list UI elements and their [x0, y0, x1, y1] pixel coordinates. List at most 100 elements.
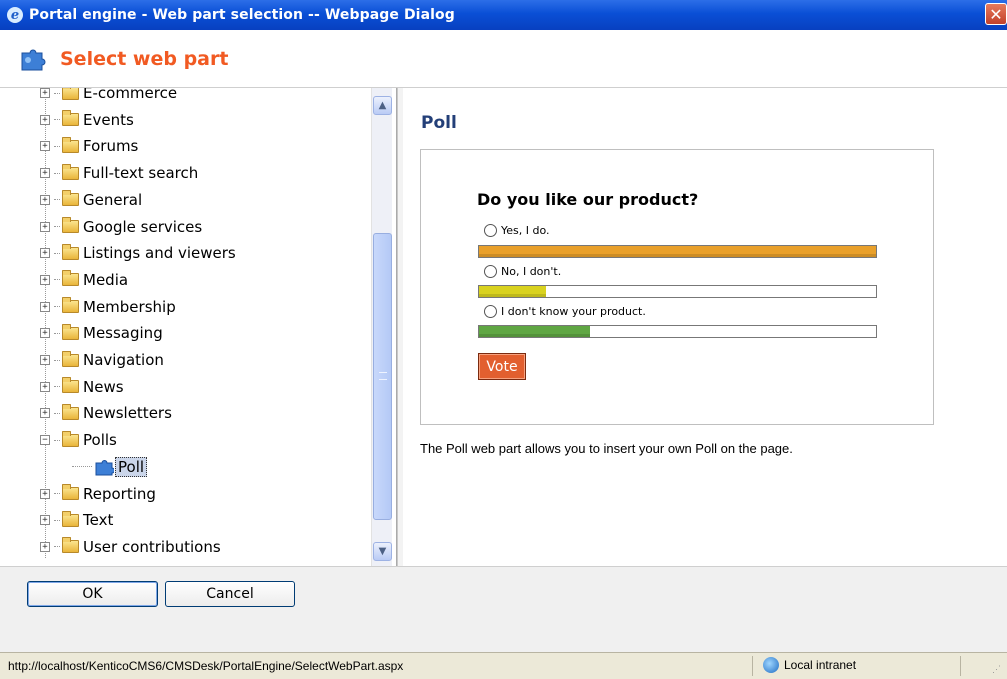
folder-icon [62, 377, 79, 394]
close-button[interactable]: ✕ [985, 3, 1007, 25]
poll-result-bar [478, 285, 877, 298]
cancel-button[interactable]: Cancel [165, 581, 295, 607]
tree-category[interactable]: + User contributions [40, 536, 221, 558]
tree-category-label: Events [83, 110, 134, 129]
poll-result-fill [479, 326, 591, 337]
tree-branch-line [54, 546, 60, 548]
folder-icon [62, 110, 79, 127]
vote-button[interactable]: Vote [478, 353, 526, 380]
folder-icon [62, 88, 79, 100]
expand-toggle-icon[interactable]: + [40, 515, 50, 526]
poll-option[interactable]: No, I don't. [484, 265, 561, 278]
expand-toggle-icon[interactable]: + [40, 488, 50, 499]
web-part-description: The Poll web part allows you to insert y… [420, 441, 793, 456]
resize-grip-icon[interactable]: ⋰ [992, 664, 1004, 676]
expand-toggle-icon[interactable]: + [40, 355, 50, 365]
folder-icon [62, 243, 79, 260]
tree-item-poll[interactable]: Poll [72, 456, 148, 478]
tree-category[interactable]: + Events [40, 109, 134, 131]
poll-option[interactable]: I don't know your product. [484, 305, 646, 318]
tree-category-label: Messaging [83, 324, 163, 343]
poll-option-label: Yes, I do. [501, 224, 550, 237]
tree-category-label: Reporting [83, 484, 156, 503]
internet-explorer-icon: e [7, 7, 23, 23]
poll-option[interactable]: Yes, I do. [484, 224, 550, 237]
folder-icon [62, 270, 79, 287]
preview-title: Poll [421, 113, 457, 133]
dialog-button-bar [0, 566, 1007, 652]
tree-branch-line [54, 145, 60, 147]
tree-branch-line [54, 439, 60, 441]
tree-category-label: Newsletters [83, 404, 172, 423]
radio-button[interactable] [484, 265, 497, 278]
tree-category[interactable]: + Messaging [40, 322, 163, 344]
scroll-grip-icon [379, 372, 387, 380]
tree-category[interactable]: − Polls [40, 429, 117, 451]
tree-branch-line [54, 199, 60, 201]
tree-category[interactable]: + E-commerce [40, 88, 177, 104]
panel-splitter[interactable] [397, 88, 403, 566]
folder-icon [62, 430, 79, 447]
tree-category[interactable]: + Google services [40, 216, 202, 238]
tree-category[interactable]: + Navigation [40, 349, 164, 371]
poll-result-bar [478, 325, 877, 338]
tree-category-label: Navigation [83, 351, 164, 369]
security-zone: Local intranet [763, 657, 856, 673]
expand-toggle-icon[interactable]: + [40, 381, 50, 392]
tree-category[interactable]: + Membership [40, 296, 176, 318]
expand-toggle-icon[interactable]: + [40, 141, 50, 152]
tree-category[interactable]: + Forums [40, 135, 138, 157]
expand-toggle-icon[interactable]: + [40, 114, 50, 125]
radio-button[interactable] [484, 305, 497, 318]
tree-scrollbar[interactable]: ▲ ▼ [371, 88, 392, 566]
scroll-thumb[interactable] [373, 233, 392, 520]
expand-toggle-icon[interactable]: + [40, 328, 50, 339]
expand-toggle-icon[interactable]: + [40, 248, 50, 259]
tree-category[interactable]: + Text [40, 509, 113, 531]
expand-toggle-icon[interactable]: + [40, 194, 50, 205]
expand-toggle-icon[interactable]: + [40, 408, 50, 419]
radio-button[interactable] [484, 224, 497, 237]
tree-category[interactable]: + Full-text search [40, 162, 198, 184]
tree-category[interactable]: + Reporting [40, 483, 156, 505]
tree-category-label: Google services [83, 217, 203, 236]
intranet-globe-icon [763, 657, 779, 673]
poll-result-fill [479, 246, 876, 257]
tree-category[interactable]: + General [40, 189, 142, 211]
puzzle-piece-icon [21, 49, 46, 70]
tree-branch-line [54, 306, 60, 308]
folder-icon [62, 297, 79, 314]
tree-category-label: Media [83, 270, 129, 289]
expand-toggle-icon[interactable]: + [40, 168, 50, 179]
tree-category[interactable]: + Media [40, 269, 128, 291]
folder-icon [62, 350, 79, 367]
tree-category-label: Forums [83, 137, 139, 156]
window-title-bar: e Portal engine - Web part selection -- … [0, 0, 1007, 30]
expand-toggle-icon[interactable]: + [40, 301, 50, 312]
folder-icon [62, 323, 79, 340]
scroll-down-button[interactable]: ▼ [373, 542, 392, 561]
web-part-icon [95, 459, 114, 476]
tree-branch-line [54, 332, 60, 334]
tree-category-label: Text [83, 511, 114, 530]
tree-category[interactable]: + Listings and viewers [40, 242, 236, 264]
tree-branch-line [54, 172, 60, 174]
tree-branch-line [54, 519, 60, 521]
window-title: Portal engine - Web part selection -- We… [29, 7, 455, 23]
tree-category[interactable]: + Newsletters [40, 402, 172, 424]
ok-button[interactable]: OK [27, 581, 158, 607]
expand-toggle-icon[interactable]: + [40, 88, 50, 98]
tree-branch-line [54, 493, 60, 494]
expand-toggle-icon[interactable]: + [40, 541, 50, 552]
poll-option-label: No, I don't. [501, 265, 562, 278]
folder-icon [62, 163, 79, 180]
tree-item-label: Poll [115, 456, 148, 477]
scroll-up-button[interactable]: ▲ [373, 96, 392, 115]
security-zone-label: Local intranet [784, 658, 857, 672]
tree-category[interactable]: + News [40, 376, 124, 398]
collapse-toggle-icon[interactable]: − [40, 435, 50, 446]
tree-category-label: Polls [83, 431, 117, 450]
expand-toggle-icon[interactable]: + [40, 221, 50, 232]
expand-toggle-icon[interactable]: + [40, 274, 50, 285]
tree-branch-line [54, 92, 60, 94]
